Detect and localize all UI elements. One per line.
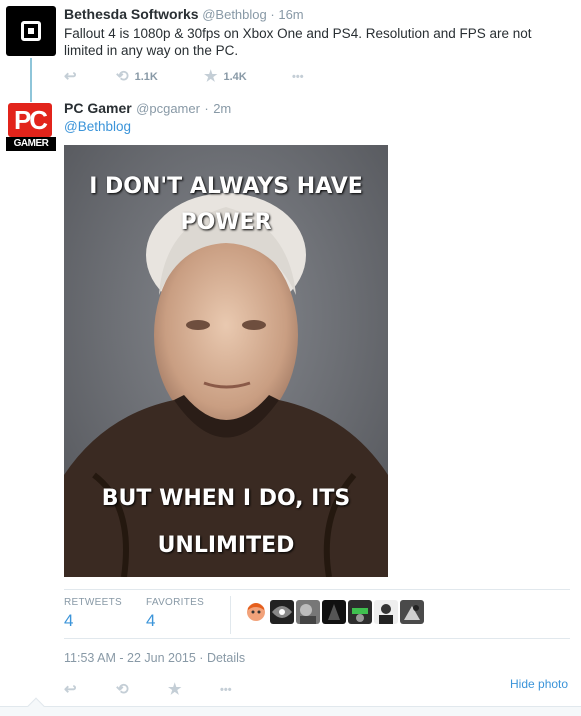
meme-top-line1: I DON'T ALWAYS HAVE <box>89 174 363 199</box>
favorites-label: FAVORITES <box>146 597 205 608</box>
reply-mention-link[interactable]: @Bethblog <box>64 119 131 134</box>
meme-bottom-line1: BUT WHEN I DO, ITS <box>101 486 351 511</box>
reply-box-edge <box>0 706 581 716</box>
tweet-timestamp-row: 11:53 AM - 22 Jun 2015 · Details <box>64 651 245 665</box>
favoriters-avatars <box>244 600 426 624</box>
bethesda-avatar[interactable] <box>6 6 56 56</box>
more-icon: ••• <box>220 684 232 696</box>
thread-connector <box>30 58 32 102</box>
tweet-bethesda[interactable]: Bethesda Softworks @Bethblog · 16m Fallo… <box>0 0 581 96</box>
favoriter-avatar[interactable] <box>322 600 346 624</box>
pcgamer-avatar[interactable]: PC GAMER <box>6 103 56 153</box>
tweet-photo[interactable]: I DON'T ALWAYS HAVE POWER BUT WHEN I DO,… <box>64 145 388 577</box>
tweet-actions: ↩ ⟲ ★ ••• <box>64 682 232 698</box>
pcgamer-logo-pc: PC <box>8 103 52 137</box>
retweet-icon: ⟲ <box>116 68 129 85</box>
retweet-count: 1.1K <box>134 71 158 83</box>
tweet-actions: ↩ ⟲ 1.1K ★ 1.4K ••• <box>64 69 304 85</box>
tweet-text: Fallout 4 is 1080p & 30fps on Xbox One a… <box>64 26 532 58</box>
retweet-button[interactable]: ⟲ 1.1K <box>116 69 204 85</box>
tweet-header: Bethesda Softworks @Bethblog · 16m <box>64 6 304 22</box>
favoriter-avatar[interactable] <box>374 600 398 624</box>
stats-divider-bottom <box>64 638 570 639</box>
author-handle[interactable]: @pcgamer <box>136 101 200 116</box>
favorite-icon: ★ <box>168 681 182 698</box>
favorite-button[interactable]: ★ <box>168 682 220 698</box>
favorite-count: 1.4K <box>223 71 247 83</box>
retweets-label: RETWEETS <box>64 597 122 608</box>
author-handle[interactable]: @Bethblog <box>202 7 267 22</box>
author-name[interactable]: PC Gamer <box>64 100 132 116</box>
favoriter-avatar[interactable] <box>348 600 372 624</box>
retweet-button[interactable]: ⟲ <box>116 682 168 698</box>
meme-bottom-line2: UNLIMITED <box>157 533 295 558</box>
reply-button[interactable]: ↩ <box>64 682 116 698</box>
reply-button[interactable]: ↩ <box>64 69 116 85</box>
stats-separator <box>230 596 231 634</box>
meme-top-line2: POWER <box>180 210 272 235</box>
header-separator: · <box>270 7 275 22</box>
favorite-button[interactable]: ★ 1.4K <box>204 69 292 85</box>
reply-icon: ↩ <box>64 681 77 698</box>
header-separator: · <box>204 101 209 116</box>
retweet-icon: ⟲ <box>116 681 129 698</box>
reply-icon: ↩ <box>64 68 77 85</box>
favorite-icon: ★ <box>204 68 218 85</box>
favoriter-avatar[interactable] <box>244 600 268 624</box>
hide-photo-link[interactable]: Hide photo <box>510 677 568 691</box>
stats-divider-top <box>64 589 570 590</box>
details-link[interactable]: Details <box>207 651 245 665</box>
more-button[interactable]: ••• <box>292 69 304 85</box>
retweets-count[interactable]: 4 <box>64 611 73 631</box>
tweet-timestamp[interactable]: 11:53 AM - 22 Jun 2015 <box>64 651 196 665</box>
more-button[interactable]: ••• <box>220 682 232 698</box>
tweet-header: PC Gamer @pcgamer · 2m <box>64 100 231 118</box>
pcgamer-logo-gamer: GAMER <box>6 137 56 151</box>
tweet-time[interactable]: 2m <box>213 101 231 116</box>
favoriter-avatar[interactable] <box>400 600 424 624</box>
favoriter-avatar[interactable] <box>296 600 320 624</box>
bethesda-logo-dot <box>28 28 34 34</box>
author-name[interactable]: Bethesda Softworks <box>64 6 199 22</box>
timestamp-separator: · <box>199 651 204 665</box>
favorites-count[interactable]: 4 <box>146 611 155 631</box>
favoriter-avatar[interactable] <box>270 600 294 624</box>
more-icon: ••• <box>292 71 304 83</box>
tweet-time[interactable]: 16m <box>278 7 303 22</box>
